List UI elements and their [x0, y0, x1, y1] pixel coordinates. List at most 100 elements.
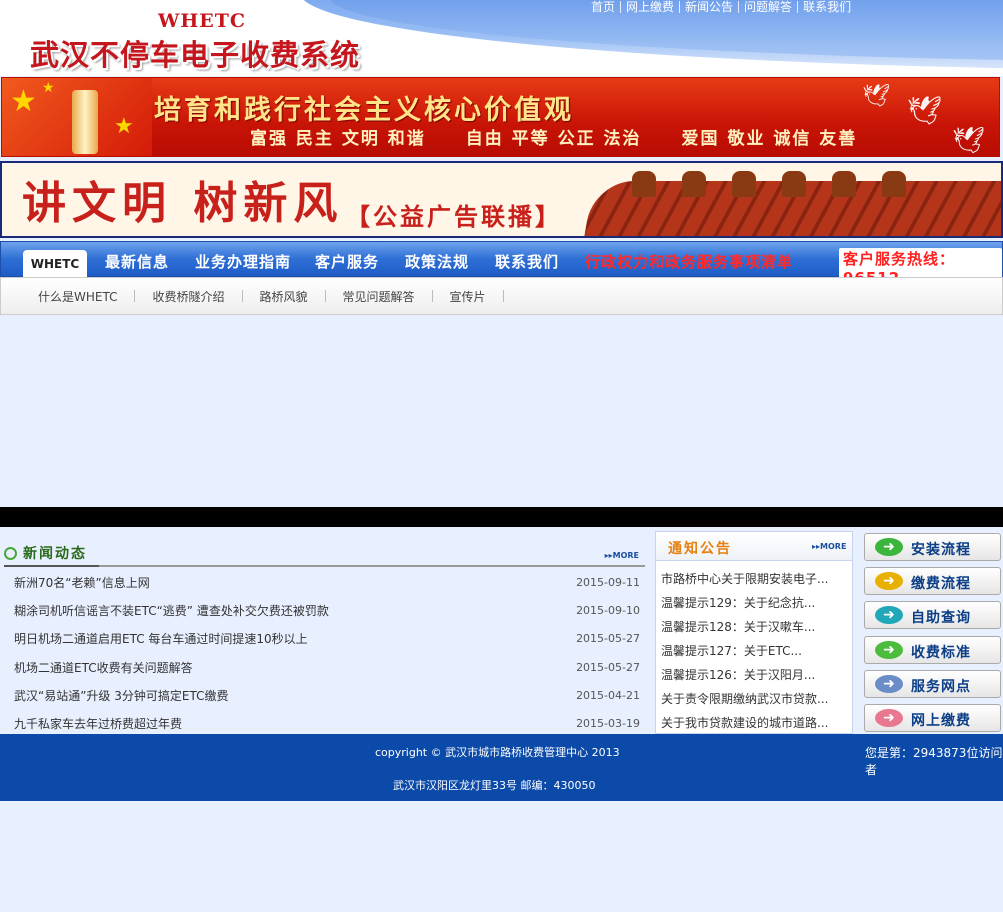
news-item[interactable]: 明日机场二通道启用ETC 每台车通过时间提速10秒以上 2015-05-27 [14, 626, 640, 650]
core-values-group: 富强 民主 文明 和谐 [250, 129, 426, 149]
star-icon: ★ [10, 84, 37, 119]
top-links: 首页 网上缴费 新闻公告 问题解答 联系我们 [586, 0, 856, 14]
more-label: MORE [820, 542, 847, 551]
online-payment-button[interactable]: ➜ 网上缴费 [864, 704, 1001, 732]
banner-title: 培育和践行社会主义核心价值观 [154, 95, 574, 126]
install-process-button[interactable]: ➜ 安装流程 [864, 533, 1001, 561]
news-item[interactable]: 武汉“易站通”升级 3分钟可搞定ETC缴费 2015-04-21 [14, 683, 640, 707]
subnav-toll-bridges[interactable]: 收费桥隧介绍 [135, 288, 241, 305]
arrow-right-icon: ➜ [875, 641, 903, 659]
news-header: 新闻动态 ▸▸MORE [4, 541, 645, 567]
copyright-text: copyright © 武汉市城市路桥收费管理中心 2013 [375, 746, 620, 759]
notice-item[interactable]: 温馨提示127：关于ETC... [661, 642, 849, 659]
side-button-label: 服务网点 [911, 679, 971, 695]
notice-item[interactable]: 市路桥中心关于限期安装电子... [661, 570, 849, 587]
notice-item[interactable]: 温馨提示129：关于纪念抗... [661, 594, 849, 611]
arrow-right-icon: ➜ [875, 709, 903, 727]
logo-english[interactable]: WHETC [158, 10, 246, 32]
notice-item[interactable]: 温馨提示128：关于汉嗽车... [661, 618, 849, 635]
core-values-group: 爱国 敬业 诚信 友善 [681, 129, 858, 149]
notice-item[interactable]: 温馨提示126：关于汉阳月... [661, 666, 849, 683]
top-link-divider [679, 1, 681, 13]
notice-panel: 通知公告 ▸▸MORE 市路桥中心关于限期安装电子... 温馨提示129：关于纪… [655, 531, 853, 734]
nav-item-policies[interactable]: 政策法规 [405, 251, 469, 272]
service-outlets-button[interactable]: ➜ 服务网点 [864, 670, 1001, 698]
banner-subtitle: 【公益广告联播】 [346, 203, 562, 231]
nav-item-latest-info[interactable]: 最新信息 [105, 251, 169, 272]
roof-beast-decoration [632, 171, 656, 197]
news-item-date: 2015-03-19 [576, 716, 640, 730]
side-button-label: 安装流程 [911, 542, 971, 558]
arrow-right-icon: ➜ [875, 538, 903, 556]
subnav-what-is-whetc[interactable]: 什么是WHETC [21, 288, 134, 305]
top-link-news[interactable]: 新闻公告 [680, 0, 738, 14]
address-text: 武汉市汉阳区龙灯里33号 邮编：430050 [393, 779, 596, 792]
notice-header: 通知公告 ▸▸MORE [656, 532, 852, 561]
self-query-button[interactable]: ➜ 自助查询 [864, 601, 1001, 629]
news-item-title[interactable]: 明日机场二通道启用ETC 每台车通过时间提速10秒以上 [14, 630, 308, 647]
news-item[interactable]: 新洲70名“老赖”信息上网 2015-09-11 [14, 570, 640, 594]
notice-item[interactable]: 关于责令限期缴纳武汉市贷款... [661, 690, 849, 707]
notice-title: 通知公告 [668, 541, 732, 557]
news-title-underline [4, 565, 99, 567]
news-item[interactable]: 机场二通道ETC收费有关问题解答 2015-05-27 [14, 655, 640, 679]
site-footer: copyright © 武汉市城市路桥收费管理中心 2013 您是第：29438… [0, 734, 1003, 801]
news-item-date: 2015-05-27 [576, 660, 640, 674]
news-item-title[interactable]: 九千私家车去年过桥费超过年费 [14, 715, 182, 732]
notice-item[interactable]: 关于我市贷款建设的城市道路... [661, 714, 849, 731]
nav-item-power-list[interactable]: 行政权力和政务服务事项清单 [585, 251, 793, 272]
huabiao-pillar-decoration [72, 90, 98, 154]
nav-tab-whetc[interactable]: WHETC [23, 250, 87, 278]
news-more-link[interactable]: ▸▸MORE [605, 551, 639, 560]
payment-process-button[interactable]: ➜ 缴费流程 [864, 567, 1001, 595]
news-item-title[interactable]: 糊涂司机听信谣言不装ETC“逃费” 遭查处补交欠费还被罚款 [14, 602, 329, 619]
subnav-faq[interactable]: 常见问题解答 [326, 288, 432, 305]
news-title-text: 新闻动态 [23, 546, 87, 562]
roof-beast-decoration [782, 171, 806, 197]
star-icon: ★ [114, 114, 134, 139]
news-item-title[interactable]: 新洲70名“老赖”信息上网 [14, 574, 150, 591]
top-link-divider [797, 1, 799, 13]
civilization-banner[interactable]: 讲文明 树新风 【公益广告联播】 [0, 161, 1003, 238]
news-item-date: 2015-09-11 [576, 575, 640, 589]
core-values-banner[interactable]: ★ ★ ★ 培育和践行社会主义核心价值观 富强 民主 文明 和谐 自由 平等 公… [1, 77, 1000, 157]
news-item[interactable]: 九千私家车去年过桥费超过年费 2015-03-19 [14, 711, 640, 735]
circle-bullet-icon [4, 546, 17, 560]
logo-chinese[interactable]: 武汉不停车电子收费系统 [30, 32, 360, 74]
top-link-faq[interactable]: 问题解答 [739, 0, 797, 14]
toll-standards-button[interactable]: ➜ 收费标准 [864, 636, 1001, 664]
nav-item-business-guide[interactable]: 业务办理指南 [195, 251, 291, 272]
star-icon: ★ [42, 80, 55, 96]
visitor-counter: 您是第：2943873位访问者 [865, 746, 1003, 777]
news-item[interactable]: 糊涂司机听信谣言不装ETC“逃费” 遭查处补交欠费还被罚款 2015-09-10 [14, 598, 640, 622]
news-item-title[interactable]: 机场二通道ETC收费有关问题解答 [14, 659, 193, 676]
more-label: MORE [612, 551, 639, 560]
roof-beast-decoration [882, 171, 906, 197]
news-item-date: 2015-05-27 [576, 631, 640, 645]
roof-beast-decoration [682, 171, 706, 197]
subnav-bridge-scenery[interactable]: 路桥风貌 [243, 288, 325, 305]
arrow-right-icon: ➜ [875, 675, 903, 693]
top-link-contact[interactable]: 联系我们 [798, 0, 856, 14]
notice-more-link[interactable]: ▸▸MORE [812, 542, 846, 551]
dove-icon: 🕊 [907, 94, 943, 127]
side-button-label: 自助查询 [911, 610, 971, 626]
top-link-online-pay[interactable]: 网上缴费 [621, 0, 679, 14]
roof-beast-decoration [732, 171, 756, 197]
banner-slogan: 讲文明 树新风 [22, 178, 344, 229]
dove-icon: 🕊 [862, 84, 890, 109]
divider-bar [0, 507, 1003, 527]
nav-item-customer-service[interactable]: 客户服务 [315, 251, 379, 272]
news-item-date: 2015-04-21 [576, 688, 640, 702]
news-item-title[interactable]: 武汉“易站通”升级 3分钟可搞定ETC缴费 [14, 687, 228, 704]
subnav-promo-video[interactable]: 宣传片 [433, 288, 503, 305]
news-item-date: 2015-09-10 [576, 603, 640, 617]
top-link-home[interactable]: 首页 [586, 0, 620, 14]
side-button-label: 缴费流程 [911, 576, 971, 592]
subnav-divider [502, 290, 504, 302]
nav-item-contact[interactable]: 联系我们 [495, 251, 559, 272]
core-values-group: 自由 平等 公正 法治 [465, 129, 642, 149]
core-values-list: 富强 民主 文明 和谐 自由 平等 公正 法治 爱国 敬业 诚信 友善 [250, 124, 870, 149]
side-button-label: 网上缴费 [911, 713, 971, 729]
news-title: 新闻动态 [4, 543, 87, 563]
